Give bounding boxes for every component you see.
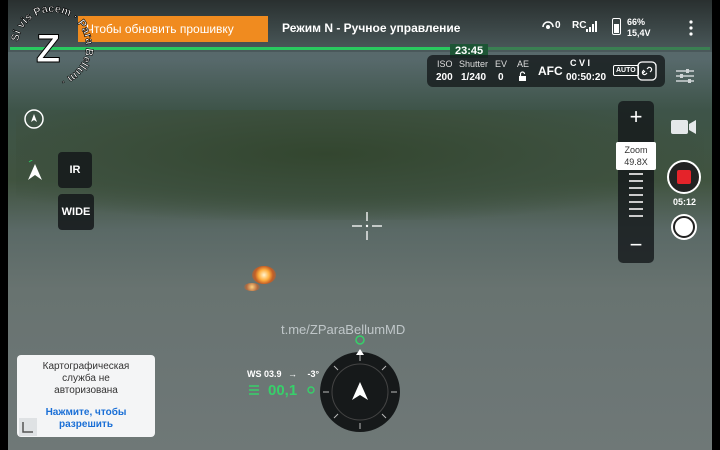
altitude-value: 00,1 [268,382,298,399]
link-icon[interactable] [637,61,657,81]
more-icon[interactable] [684,20,698,36]
crosshair-icon [352,212,382,240]
shutter-label: Shutter [459,59,489,69]
z-parabellum-logo: Si vis Pacem · Para Bellum · Z [8,3,96,88]
flight-mode[interactable]: Режим N - Ручное управление [282,21,460,35]
flight-progress [10,47,710,50]
signal-icon [542,21,554,29]
zoom-indicator: Zoom 49.8X [616,142,656,170]
wind-speed-value: WS 03.9 [247,369,282,379]
ae-label: AE [517,59,530,69]
remaining-time: 00:50:20 [566,72,607,83]
firmware-update-banner[interactable]: Чтобы обновить прошивку [78,16,268,42]
expand-map-icon[interactable] [19,418,37,436]
fire-flash [252,266,276,284]
map-auth-card[interactable]: Картографическая служба не авторизована … [17,355,155,437]
camera-switch-icon[interactable] [671,118,697,136]
ir-button[interactable]: IR [58,152,92,188]
iso-label: ISO [437,59,453,69]
rc-signal-icon [586,21,597,32]
vertical-speed-icon [307,386,315,394]
shutter-value: 1/240 [461,72,487,83]
ev-label: EV [495,59,508,69]
logo-letter: Z [36,27,60,71]
battery-icon [612,18,621,35]
map-auth-action[interactable]: Нажмите, чтобы разрешить [17,407,155,431]
battery-percent: 66% [627,17,646,27]
signal-count: 0 [555,20,561,31]
ae-lock-icon[interactable] [518,71,527,82]
shutter-button[interactable] [673,216,695,238]
zoom-label: Zoom [624,145,648,155]
zoom-out-button[interactable]: − [618,229,654,263]
home-point-icon [355,335,365,345]
zoom-slider[interactable] [629,173,643,217]
aircraft-direction-icon [28,160,42,180]
treeline [16,110,704,220]
ev-value: 0 [498,72,504,83]
altitude-icon [249,385,259,395]
fire-glow [244,283,260,291]
focus-mode[interactable]: AFC [538,64,563,78]
camera-settings-panel[interactable]: ISO 200 Shutter 1/240 EV 0 AE AFC C V I … [427,55,665,87]
auto-badge[interactable]: AUTO [613,65,639,76]
record-button[interactable] [667,160,701,194]
zoom-value: 49.8X [624,157,648,167]
wind-speed: WS 03.9 → -3° [247,369,320,379]
map-auth-message: Картографическая служба не авторизована [42,361,130,396]
rc-label: RC [572,20,587,31]
zoom-panel: + − [618,101,654,263]
battery-voltage: 15,4V [627,28,651,38]
settings-sliders-icon[interactable] [676,68,694,84]
record-timer: 05:12 [673,197,697,207]
location-target-icon[interactable] [23,108,45,130]
zoom-in-button[interactable]: + [618,101,654,135]
iso-value: 200 [436,72,453,83]
wide-button[interactable]: WIDE [58,194,94,230]
compass [320,335,400,432]
storage-label: C V I [570,58,591,68]
